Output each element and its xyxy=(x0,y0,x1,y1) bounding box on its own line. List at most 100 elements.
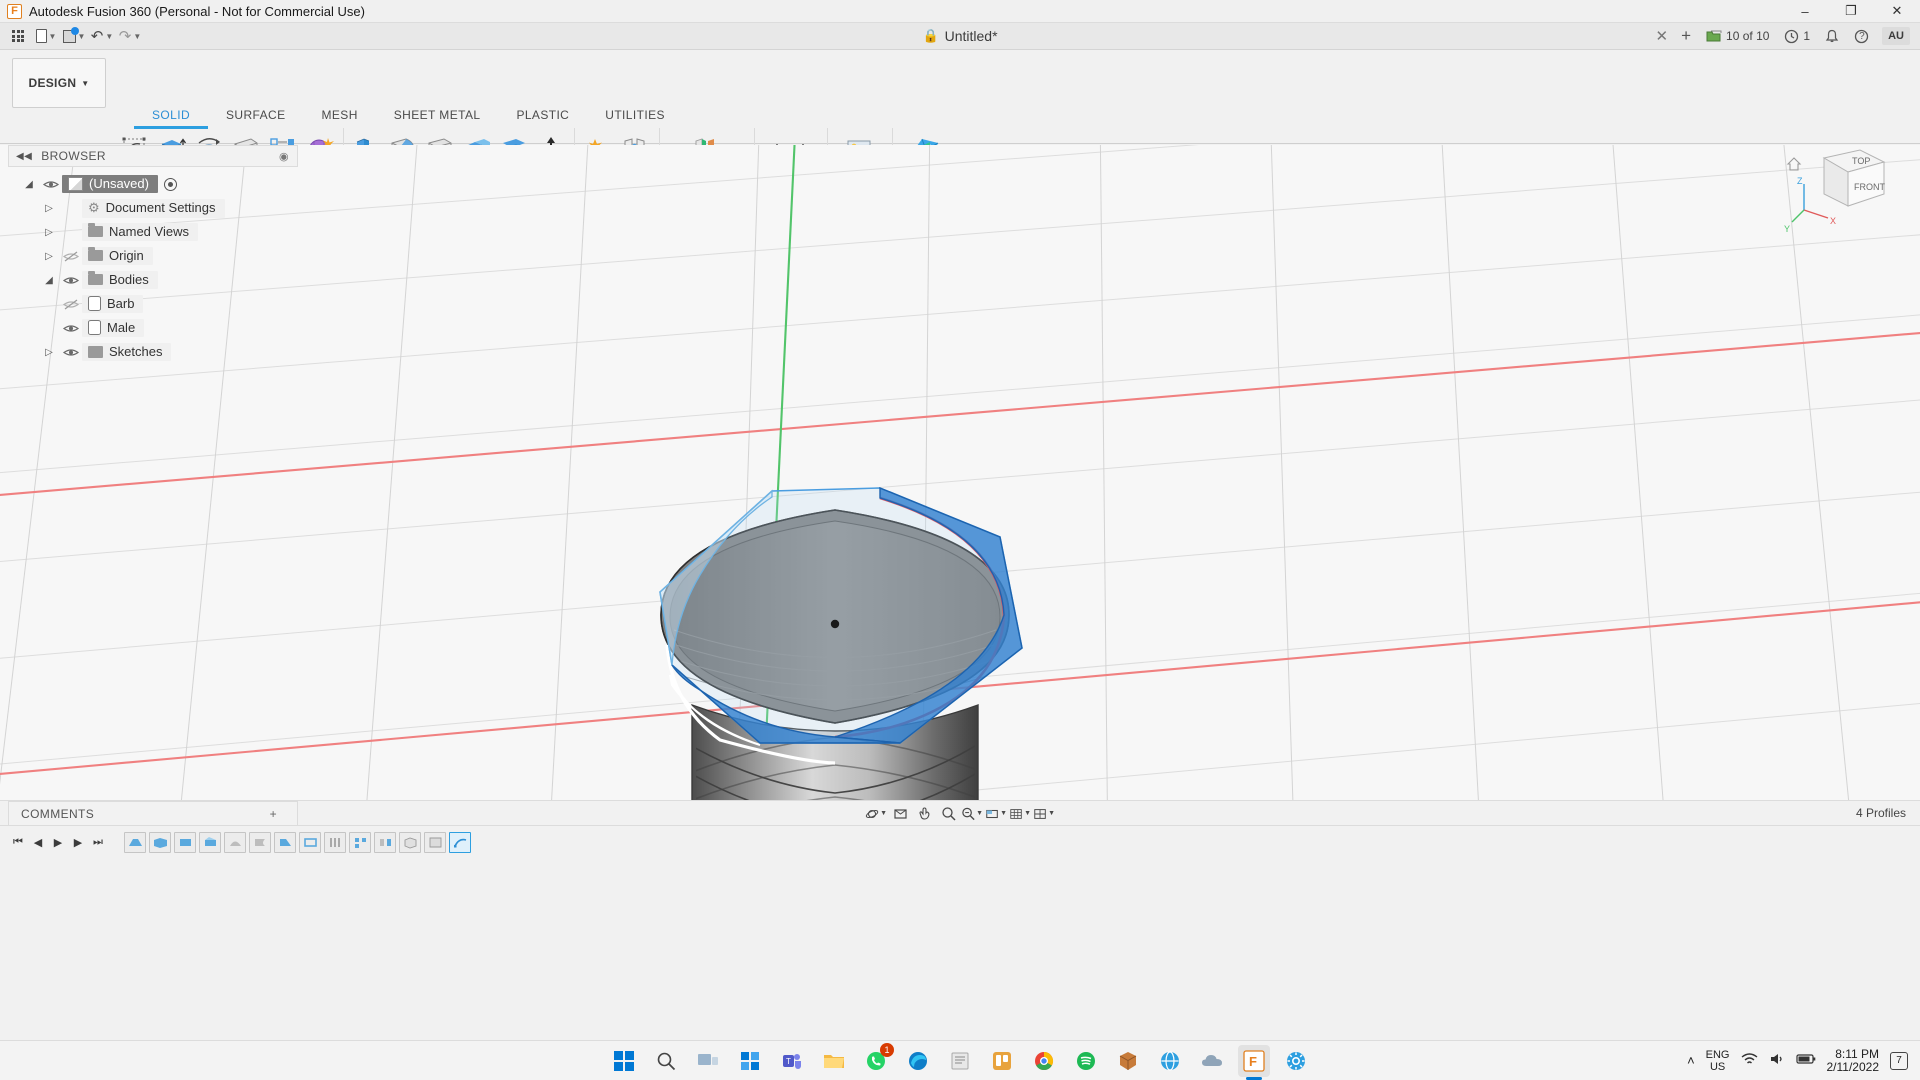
start-button[interactable] xyxy=(608,1045,640,1077)
skip-start-icon[interactable]: ⏮ xyxy=(8,829,28,855)
fusion360-taskbar-icon[interactable]: F xyxy=(1238,1044,1270,1080)
activate-component-radio[interactable] xyxy=(163,177,177,191)
visibility-eye-off-icon[interactable] xyxy=(60,299,82,310)
step-forward-icon[interactable]: ▶ xyxy=(68,829,88,855)
tree-item-named-views[interactable]: Named Views xyxy=(82,223,198,241)
trello-icon[interactable] xyxy=(986,1045,1018,1077)
timeline-feature[interactable] xyxy=(149,831,171,853)
whatsapp-icon[interactable]: 1 xyxy=(860,1042,894,1077)
undo-icon[interactable]: ↶ ▼ xyxy=(89,25,115,48)
app-grid-icon[interactable] xyxy=(5,25,31,48)
search-icon[interactable] xyxy=(650,1045,682,1077)
timeline-feature[interactable] xyxy=(224,831,246,853)
add-icon[interactable]: ◉ xyxy=(279,150,289,163)
browser-header[interactable]: ◀◀ BROWSER ◉ xyxy=(8,145,298,167)
collapse-left-icon[interactable]: ◀◀ xyxy=(16,151,32,162)
timeline-feature[interactable] xyxy=(299,831,321,853)
timeline-feature[interactable] xyxy=(249,831,271,853)
document-count-indicator[interactable]: 10 of 10 xyxy=(1700,25,1775,48)
chrome-icon[interactable] xyxy=(1028,1045,1060,1077)
timeline-feature[interactable] xyxy=(374,831,396,853)
job-status-indicator[interactable]: 1 xyxy=(1778,25,1816,48)
visibility-eye-icon[interactable] xyxy=(60,323,82,334)
skip-end-icon[interactable]: ⏭ xyxy=(88,829,108,855)
file-explorer-icon[interactable] xyxy=(818,1045,850,1077)
save-icon[interactable]: ▼ xyxy=(61,25,87,48)
expand-arrow-icon[interactable]: ◢ xyxy=(18,179,40,190)
play-icon[interactable]: ▶ xyxy=(48,829,68,855)
tree-row-bodies[interactable]: ◢ Bodies xyxy=(8,268,298,292)
expand-arrow-icon[interactable]: ▷ xyxy=(38,227,60,238)
help-button[interactable]: ? xyxy=(1848,25,1875,48)
teams-icon[interactable]: T xyxy=(776,1045,808,1077)
timeline-feature-selected[interactable] xyxy=(449,831,471,853)
timeline-feature[interactable] xyxy=(349,831,371,853)
tree-row-male[interactable]: Male xyxy=(8,316,298,340)
zoom-fit-icon[interactable]: ▼ xyxy=(961,803,983,824)
step-back-icon[interactable]: ◀ xyxy=(28,829,48,855)
tree-row-sketches[interactable]: ▷ Sketches xyxy=(8,340,298,364)
axis-x-label: X xyxy=(1830,216,1836,226)
tree-item-barb[interactable]: Barb xyxy=(82,295,144,313)
grid-snap-icon[interactable]: ▼ xyxy=(1009,803,1031,824)
document-tab[interactable]: 🔒 Untitled* xyxy=(790,28,1130,44)
viewports-icon[interactable]: ▼ xyxy=(1033,803,1055,824)
tree-item-document-settings[interactable]: ⚙ Document Settings xyxy=(82,198,225,218)
display-settings-icon[interactable]: ▼ xyxy=(985,803,1007,824)
comments-panel[interactable]: COMMENTS + xyxy=(8,801,298,826)
redo-icon[interactable]: ↷ ▼ xyxy=(117,25,143,48)
orbit-icon[interactable]: ▼ xyxy=(865,803,887,824)
view-cube[interactable]: TOP FRONT Z X Y xyxy=(1782,145,1902,250)
tree-item-origin[interactable]: Origin xyxy=(82,247,153,265)
tree-item-male[interactable]: Male xyxy=(82,319,145,337)
maximize-button[interactable]: ❐ xyxy=(1828,0,1874,23)
task-view-icon[interactable] xyxy=(692,1045,724,1077)
timeline-feature[interactable] xyxy=(324,831,346,853)
timeline-feature[interactable] xyxy=(199,831,221,853)
add-comment-icon[interactable]: + xyxy=(270,807,277,821)
timeline-feature[interactable] xyxy=(274,831,296,853)
tree-item-sketches[interactable]: Sketches xyxy=(82,343,172,361)
spotify-icon[interactable] xyxy=(1070,1045,1102,1077)
close-tab-icon[interactable]: ✕ xyxy=(1652,27,1673,45)
tree-item-unsaved[interactable]: (Unsaved) xyxy=(62,175,158,193)
package-icon[interactable] xyxy=(1112,1045,1144,1077)
avatar[interactable]: AU xyxy=(1882,27,1910,45)
notifications-bell[interactable] xyxy=(1819,25,1845,48)
widgets-icon[interactable] xyxy=(734,1045,766,1077)
cloud-app-icon[interactable] xyxy=(1196,1045,1228,1077)
notepad-icon[interactable] xyxy=(944,1045,976,1077)
tree-row-barb[interactable]: Barb xyxy=(8,292,298,316)
tree-label-named-views: Named Views xyxy=(109,224,189,239)
timeline-feature[interactable] xyxy=(124,831,146,853)
expand-arrow-icon[interactable]: ▷ xyxy=(38,347,60,358)
visibility-eye-off-icon[interactable] xyxy=(60,251,82,262)
expand-arrow-icon[interactable]: ◢ xyxy=(38,275,60,286)
look-at-icon[interactable] xyxy=(889,803,911,824)
axis-z-label: Z xyxy=(1797,176,1803,186)
3d-viewport[interactable]: ◀◀ BROWSER ◉ ◢ (Unsaved) ▷ ⚙ Document Se… xyxy=(0,145,1920,800)
minimize-button[interactable]: – xyxy=(1782,0,1828,23)
expand-arrow-icon[interactable]: ▷ xyxy=(38,251,60,262)
zoom-icon[interactable] xyxy=(937,803,959,824)
tree-item-bodies[interactable]: Bodies xyxy=(82,271,158,289)
settings-app-icon[interactable] xyxy=(1280,1045,1312,1077)
close-button[interactable]: ✕ xyxy=(1874,0,1920,23)
tree-row-unsaved[interactable]: ◢ (Unsaved) xyxy=(8,172,298,196)
visibility-eye-icon[interactable] xyxy=(60,275,82,286)
workspace-selector[interactable]: DESIGN ▼ xyxy=(12,58,106,108)
visibility-eye-icon[interactable] xyxy=(40,179,62,190)
visibility-eye-icon[interactable] xyxy=(60,347,82,358)
tree-row-origin[interactable]: ▷ Origin xyxy=(8,244,298,268)
timeline-feature[interactable] xyxy=(174,831,196,853)
edge-icon[interactable] xyxy=(902,1045,934,1077)
new-document-icon[interactable]: ▼ xyxy=(33,25,59,48)
tree-row-document-settings[interactable]: ▷ ⚙ Document Settings xyxy=(8,196,298,220)
pan-icon[interactable] xyxy=(913,803,935,824)
tree-row-named-views[interactable]: ▷ Named Views xyxy=(8,220,298,244)
timeline-feature[interactable] xyxy=(399,831,421,853)
expand-arrow-icon[interactable]: ▷ xyxy=(38,203,60,214)
new-tab-button[interactable]: + xyxy=(1675,26,1697,46)
timeline-feature[interactable] xyxy=(424,831,446,853)
browser-icon[interactable] xyxy=(1154,1045,1186,1077)
